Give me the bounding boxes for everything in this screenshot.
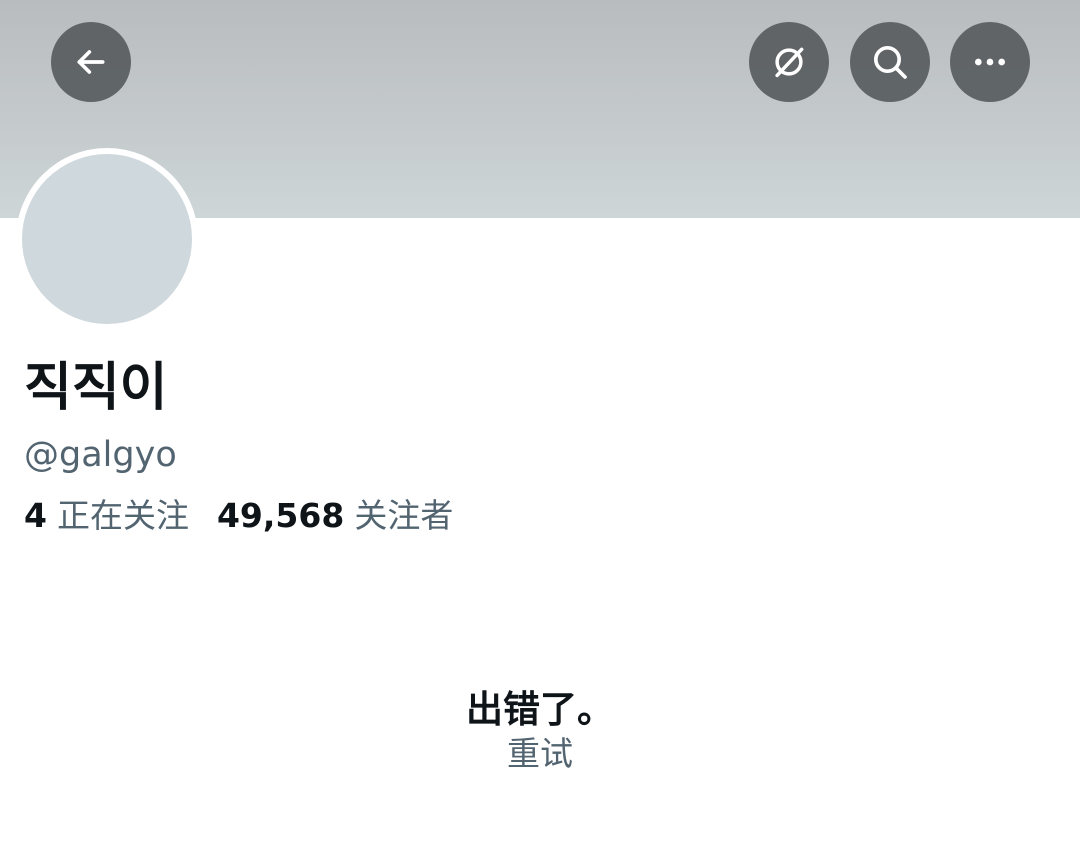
following-link[interactable]: 4 正在关注: [24, 494, 189, 538]
error-message: 出错了。: [466, 688, 614, 731]
display-name: 직직이: [24, 358, 168, 418]
search-icon: [870, 42, 910, 82]
more-horizontal-icon: [970, 42, 1010, 82]
user-handle: @galgyo: [24, 435, 177, 475]
avatar[interactable]: [16, 148, 198, 330]
search-button[interactable]: [850, 22, 930, 102]
grok-button[interactable]: [749, 22, 829, 102]
arrow-left-icon: [71, 42, 111, 82]
following-count: 4: [24, 496, 47, 535]
back-button[interactable]: [51, 22, 131, 102]
followers-count: 49,568: [216, 496, 345, 535]
followers-label: 关注者: [354, 496, 454, 535]
profile-page: 직직이 @galgyo 4 正在关注 49,568 关注者 出错了。 重试: [0, 0, 1080, 845]
followers-link[interactable]: 49,568 关注者: [217, 494, 453, 538]
following-label: 正在关注: [56, 496, 189, 535]
avatar-placeholder: [22, 154, 192, 324]
retry-button[interactable]: 重试: [490, 732, 590, 776]
follow-stats: 4 正在关注 49,568 关注者: [24, 494, 453, 538]
more-options-button[interactable]: [950, 22, 1030, 102]
grok-icon: [770, 43, 808, 81]
